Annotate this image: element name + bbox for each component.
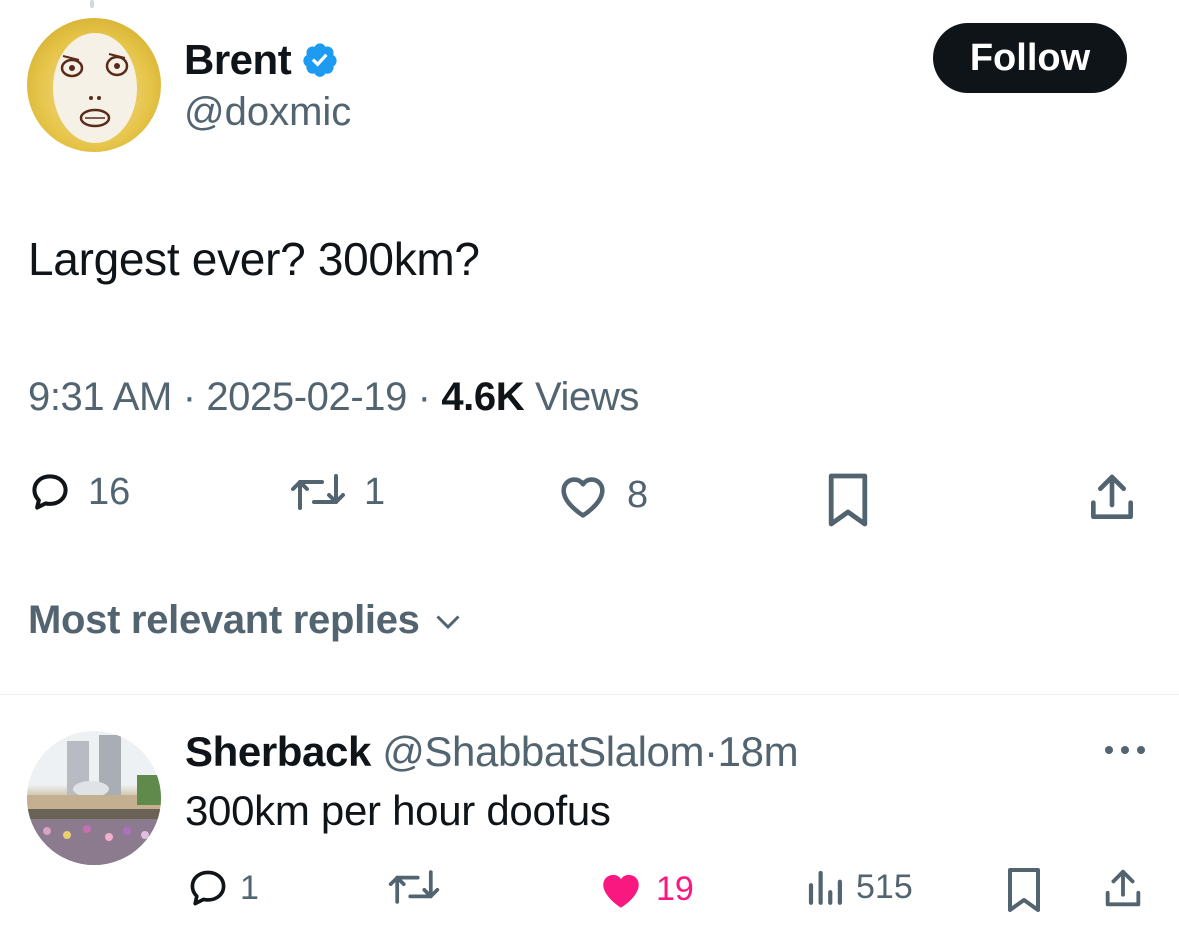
- reply-author-name[interactable]: Sherback: [185, 728, 371, 775]
- bookmark-button[interactable]: [824, 470, 872, 530]
- reply-reply-count: 1: [240, 868, 259, 907]
- views-count: 4.6K: [441, 375, 525, 419]
- reply-time[interactable]: 18m: [718, 728, 799, 775]
- city-hall-photo: [27, 735, 161, 865]
- meta-separator: ·: [417, 375, 431, 419]
- heart-icon: [561, 477, 605, 518]
- reply-views-button[interactable]: 515: [804, 866, 913, 908]
- tweet-meta: 9:31 AM · 2025-02-19 · 4.6K Views: [28, 375, 639, 420]
- author-handle[interactable]: @doxmic: [184, 90, 351, 135]
- tweet-time[interactable]: 9:31 AM: [28, 375, 172, 419]
- author-name-row[interactable]: Brent: [184, 36, 339, 84]
- like-button[interactable]: 8: [555, 470, 648, 520]
- replies-sort-selector[interactable]: Most relevant replies: [28, 598, 466, 643]
- reply-reply-button[interactable]: 1: [186, 866, 259, 910]
- heart-icon: [603, 874, 639, 908]
- share-button[interactable]: [1084, 470, 1140, 526]
- repost-button[interactable]: 1: [288, 470, 385, 514]
- reply-views-count: 515: [856, 867, 913, 906]
- share-upload-icon: [1105, 869, 1141, 907]
- tweet-text: Largest ever? 300km?: [28, 233, 480, 285]
- speech-bubble-icon: [32, 474, 68, 510]
- reply-author-avatar[interactable]: [27, 731, 161, 865]
- reply-author-handle[interactable]: @ShabbatSlalom: [382, 728, 704, 775]
- reply-repost-button[interactable]: [386, 866, 442, 908]
- chevron-down-icon: [436, 614, 460, 629]
- tweet-date[interactable]: 2025-02-19: [206, 375, 407, 419]
- author-avatar[interactable]: [27, 18, 161, 152]
- reply-button[interactable]: 16: [28, 470, 130, 514]
- reply-separator: ·: [704, 728, 718, 775]
- share-upload-icon: [1091, 474, 1133, 519]
- like-count: 8: [627, 473, 649, 516]
- author-name[interactable]: Brent: [184, 36, 292, 84]
- section-divider: [0, 694, 1179, 695]
- reply-text: 300km per hour doofus: [185, 787, 611, 834]
- reply-like-button[interactable]: 19: [596, 866, 694, 912]
- egg-face-image: [53, 33, 137, 143]
- thread-connector: [90, 0, 94, 8]
- bookmark-icon: [828, 473, 868, 527]
- repost-arrows-icon: [291, 474, 345, 510]
- bar-chart-icon: [808, 870, 842, 905]
- reply-header: Sherback @ShabbatSlalom·18m: [185, 728, 799, 776]
- repost-arrows-icon: [388, 870, 440, 904]
- repost-count: 1: [364, 470, 386, 513]
- more-dots-icon: [1105, 746, 1145, 754]
- bookmark-icon: [1008, 868, 1040, 912]
- replies-sort-label: Most relevant replies: [28, 598, 420, 642]
- reply-share-button[interactable]: [1100, 866, 1146, 912]
- reply-count: 16: [88, 470, 131, 513]
- reply-bookmark-button[interactable]: [1004, 866, 1044, 914]
- reply-like-count: 19: [656, 869, 694, 908]
- more-options-button[interactable]: [1100, 738, 1150, 762]
- follow-button[interactable]: Follow: [933, 23, 1127, 93]
- views-label: Views: [534, 375, 639, 419]
- meta-separator: ·: [182, 375, 196, 419]
- tweet-action-bar: 16 1 8: [0, 470, 1179, 530]
- verified-badge-icon: [301, 41, 339, 79]
- speech-bubble-icon: [190, 870, 226, 906]
